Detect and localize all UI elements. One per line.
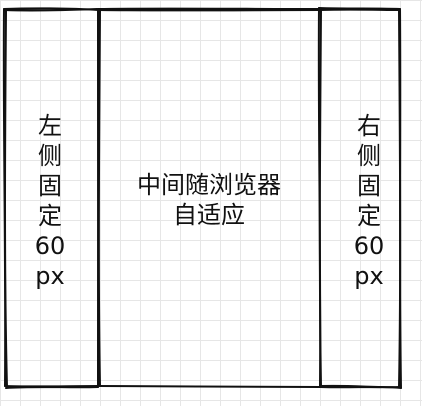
middle-column-label: 中间随浏览器 自适应 <box>100 170 318 230</box>
right-label-line: 定 <box>357 202 381 230</box>
right-label-line: 60 <box>353 232 385 260</box>
right-label-line: 侧 <box>357 142 381 170</box>
left-label-line: 定 <box>38 202 62 230</box>
left-label-line: 侧 <box>38 142 62 170</box>
left-label-line: 60 <box>34 232 66 260</box>
left-label-line: 固 <box>38 172 62 200</box>
right-column-label: 右 侧 固 定 60 px <box>318 111 420 291</box>
right-label-line: 固 <box>357 172 381 200</box>
left-column-label: 左 侧 固 定 60 px <box>2 111 98 291</box>
middle-label-line: 自适应 <box>173 201 245 229</box>
right-label-line: px <box>354 262 384 290</box>
right-label-line: 右 <box>357 112 381 140</box>
left-label-line: px <box>35 262 65 290</box>
left-label-line: 左 <box>38 112 62 140</box>
middle-label-line: 中间随浏览器 <box>137 171 281 199</box>
